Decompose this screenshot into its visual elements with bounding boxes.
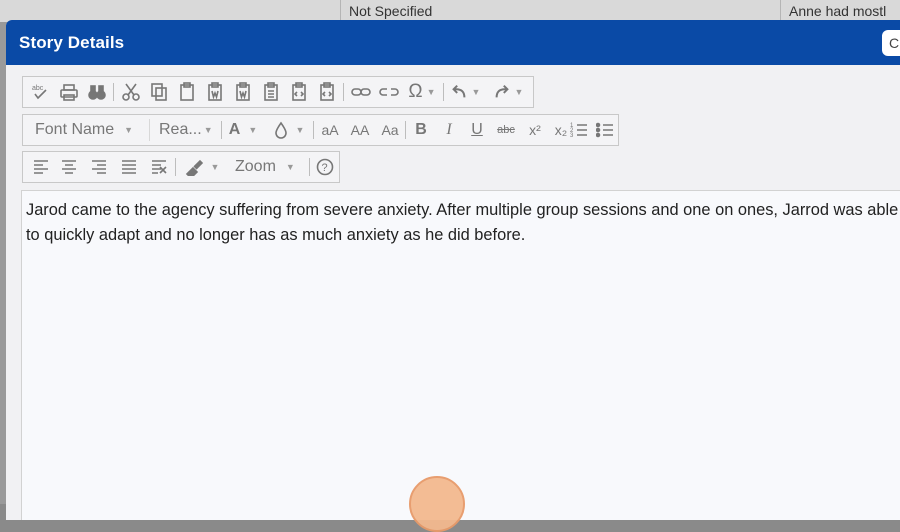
highlight-icon[interactable]: ▼ <box>269 115 309 145</box>
background-header-strip: Not Specified Anne had mostl <box>0 0 900 22</box>
paste-word-icon[interactable] <box>203 77 227 107</box>
print-icon[interactable] <box>57 77 81 107</box>
justify-icon[interactable] <box>117 152 141 182</box>
paste-code-icon[interactable] <box>315 77 339 107</box>
copy-icon[interactable] <box>147 77 171 107</box>
toolbar-separator <box>405 121 406 139</box>
paste-plain-icon[interactable] <box>287 77 311 107</box>
align-left-icon[interactable] <box>29 152 53 182</box>
background-cell: Not Specified <box>340 0 752 22</box>
underline-icon[interactable]: U <box>465 115 489 145</box>
font-color-icon[interactable]: A ▼ <box>225 115 261 145</box>
change-case-icon[interactable]: Aa <box>377 115 403 145</box>
format-painter-icon[interactable]: ▼ <box>179 152 225 182</box>
redo-icon[interactable]: ▼ <box>489 77 527 107</box>
background-cell: Anne had mostl <box>780 0 900 22</box>
rich-text-editor[interactable]: Jarod came to the agency suffering from … <box>21 190 900 520</box>
toolbar-separator <box>149 119 150 141</box>
editor-content[interactable]: Jarod came to the agency suffering from … <box>26 198 900 248</box>
font-name-dropdown[interactable]: Font Name ▼ <box>25 115 147 145</box>
toolbar-row-1: abc Ω ▼ ▼ ▼ <box>22 76 534 108</box>
paste-icon[interactable] <box>175 77 199 107</box>
toolbar-separator <box>343 83 344 101</box>
toolbar-row-3: ▼ Zoom ▼ ? <box>22 151 340 183</box>
svg-text:3: 3 <box>570 133 574 139</box>
toolbar-separator <box>443 83 444 101</box>
align-right-icon[interactable] <box>87 152 111 182</box>
bulleted-list-icon[interactable] <box>593 115 617 145</box>
paste-html-icon[interactable] <box>259 77 283 107</box>
cut-icon[interactable] <box>119 77 143 107</box>
italic-icon[interactable]: I <box>437 115 461 145</box>
zoom-value: Zoom <box>235 158 276 175</box>
help-icon[interactable]: ? <box>313 152 337 182</box>
toolbar-separator <box>221 121 222 139</box>
click-indicator <box>409 476 465 532</box>
unlink-icon[interactable] <box>377 77 401 107</box>
dialog-header: Story Details C <box>6 20 900 65</box>
align-center-icon[interactable] <box>57 152 81 182</box>
toolbar-separator <box>175 158 176 176</box>
spellcheck-icon[interactable]: abc <box>29 77 53 107</box>
paste-text-icon[interactable] <box>231 77 255 107</box>
numbered-list-icon[interactable]: 123 <box>567 115 591 145</box>
svg-text:abc: abc <box>32 85 44 92</box>
font-size-value: Rea... <box>159 121 202 138</box>
dialog-title: Story Details <box>19 33 125 52</box>
toolbar-separator <box>313 121 314 139</box>
font-name-value: Font Name <box>35 121 115 138</box>
increase-size-icon[interactable]: AA <box>347 115 373 145</box>
toolbar-separator <box>113 83 114 101</box>
special-char-icon[interactable]: Ω ▼ <box>405 77 439 107</box>
undo-icon[interactable]: ▼ <box>447 77 483 107</box>
toolbar-separator <box>309 158 310 176</box>
find-icon[interactable] <box>85 77 109 107</box>
toolbar-row-2: Font Name▼ Rea...▼ A▼ ▼ aA AA Aa B I <box>22 114 619 146</box>
story-details-dialog: Story Details C abc Ω ▼ ▼ ▼ Font Name ▼ … <box>6 20 900 520</box>
superscript-icon[interactable]: x² <box>523 115 547 145</box>
font-size-dropdown[interactable]: Rea... ▼ <box>153 115 217 145</box>
link-icon[interactable] <box>349 77 373 107</box>
strikethrough-icon[interactable]: abc <box>493 115 519 145</box>
zoom-dropdown[interactable]: Zoom ▼ <box>227 152 305 182</box>
decrease-size-icon[interactable]: aA <box>317 115 343 145</box>
svg-text:?: ? <box>322 162 328 174</box>
clear-format-icon[interactable] <box>147 152 171 182</box>
bold-icon[interactable]: B <box>409 115 433 145</box>
close-button[interactable]: C <box>882 30 900 56</box>
